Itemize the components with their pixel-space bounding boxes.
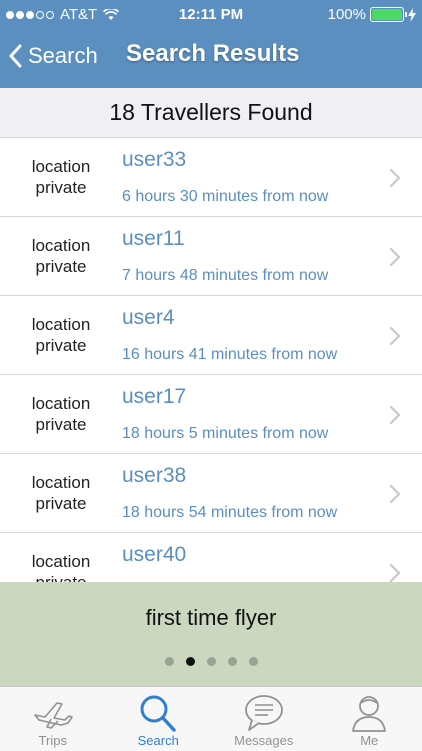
- result-row[interactable]: location private user17 18 hours 5 minut…: [0, 375, 422, 454]
- departure-time: 18 hours 54 minutes from now: [122, 504, 338, 521]
- tab-messages-label: Messages: [234, 733, 294, 748]
- status-bar: AT&T 12:11 PM 100%: [0, 0, 422, 30]
- page-dot[interactable]: [248, 657, 258, 666]
- page-dot-active[interactable]: [185, 657, 195, 666]
- chevron-right-icon: [389, 484, 401, 504]
- chevron-right-icon: [389, 563, 401, 582]
- username: user17: [122, 385, 187, 408]
- result-row[interactable]: location private user4 16 hours 41 minut…: [0, 296, 422, 375]
- tab-search[interactable]: Search: [106, 687, 212, 751]
- charging-icon: [408, 7, 416, 22]
- battery-icon: [370, 7, 407, 22]
- tab-bar: Trips Search Messages Me: [0, 686, 422, 751]
- result-row[interactable]: location private user40: [0, 533, 422, 582]
- location-label: location private: [31, 552, 91, 582]
- result-row[interactable]: location private user11 7 hours 48 minut…: [0, 217, 422, 296]
- tab-search-label: Search: [137, 733, 179, 748]
- back-button[interactable]: Search: [8, 38, 98, 74]
- promo-banner[interactable]: first time flyer: [0, 582, 422, 686]
- username: user4: [122, 306, 175, 329]
- chevron-right-icon: [389, 247, 401, 267]
- departure-time: 7 hours 48 minutes from now: [122, 267, 329, 284]
- result-row[interactable]: location private user33 6 hours 30 minut…: [0, 138, 422, 217]
- chevron-right-icon: [389, 326, 401, 346]
- banner-title: first time flyer: [145, 605, 277, 630]
- location-label: location private: [31, 315, 91, 355]
- airplane-icon: [33, 702, 73, 729]
- departure-time: 18 hours 5 minutes from now: [122, 425, 329, 442]
- username: user33: [122, 148, 187, 171]
- tab-messages[interactable]: Messages: [211, 687, 317, 751]
- page-title: Search Results: [126, 40, 300, 67]
- departure-time: 16 hours 41 minutes from now: [122, 346, 338, 363]
- status-right: 100%: [328, 6, 416, 23]
- chevron-right-icon: [389, 168, 401, 188]
- location-label: location private: [31, 236, 91, 276]
- page-dot[interactable]: [206, 657, 216, 666]
- location-label: location private: [31, 473, 91, 513]
- results-count-header: 18 Travellers Found: [0, 88, 422, 138]
- location-label: location private: [31, 157, 91, 197]
- tab-me[interactable]: Me: [317, 687, 422, 751]
- person-icon: [352, 696, 387, 732]
- tab-trips-label: Trips: [38, 733, 67, 748]
- result-row[interactable]: location private user38 18 hours 54 minu…: [0, 454, 422, 533]
- page-dot[interactable]: [164, 657, 174, 666]
- username: user40: [122, 543, 187, 566]
- results-list: location private user33 6 hours 30 minut…: [0, 138, 422, 582]
- departure-time: 6 hours 30 minutes from now: [122, 188, 329, 205]
- tab-trips[interactable]: Trips: [0, 687, 106, 751]
- username: user38: [122, 464, 187, 487]
- search-icon: [140, 695, 176, 732]
- back-button-label: Search: [28, 43, 98, 68]
- navigation-bar: AT&T 12:11 PM 100% Search Search Results: [0, 0, 422, 88]
- speech-bubble-icon: [244, 695, 283, 731]
- page-dot[interactable]: [227, 657, 237, 666]
- page-indicator[interactable]: [0, 657, 422, 666]
- username: user11: [122, 227, 185, 250]
- tab-me-label: Me: [360, 733, 379, 748]
- chevron-left-icon: [9, 44, 22, 68]
- location-label: location private: [31, 394, 91, 434]
- battery-percent: 100%: [327, 6, 366, 23]
- chevron-right-icon: [389, 405, 401, 425]
